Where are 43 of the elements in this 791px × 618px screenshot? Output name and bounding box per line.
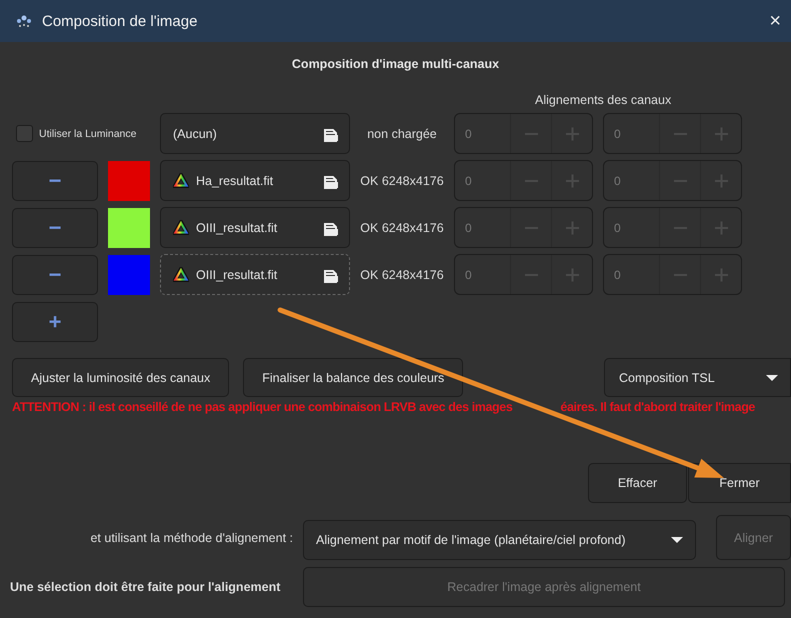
number-field[interactable]: 0 xyxy=(604,114,660,153)
spin-box[interactable]: 0 xyxy=(603,160,742,201)
number-field[interactable]: 0 xyxy=(455,255,511,294)
status-text: non chargée xyxy=(366,126,438,140)
section-heading: Alignements des canaux xyxy=(535,93,672,107)
field-label: et utilisant la méthode d'alignement : xyxy=(89,530,293,544)
file-selector[interactable]: (Aucun) xyxy=(160,113,350,154)
file-selector[interactable]: OIII_resultat.fit xyxy=(160,254,350,295)
number-field[interactable]: 0 xyxy=(455,114,511,153)
selection-note: Une sélection doit être faite pour l'alignement xyxy=(10,580,282,594)
dialog-heading: Composition d'image multi-canaux xyxy=(290,57,500,71)
checkbox-label: Utiliser la Luminance xyxy=(39,128,136,140)
number-field[interactable]: 0 xyxy=(604,208,660,247)
spin-box[interactable]: 0 xyxy=(603,113,742,154)
spin-box[interactable]: 0 xyxy=(454,160,593,201)
window-title: Composition de l'image xyxy=(42,12,198,30)
action-button[interactable]: Finaliser la balance des couleurs xyxy=(243,358,464,397)
spin-box[interactable]: 0 xyxy=(454,207,593,248)
remove-button[interactable]: − xyxy=(12,208,98,248)
action-button[interactable]: Ajuster la luminosité des canaux xyxy=(12,358,230,397)
number-field[interactable]: 0 xyxy=(604,161,660,200)
spin-box[interactable]: 0 xyxy=(454,254,593,295)
dialog-button[interactable]: Effacer xyxy=(588,463,687,503)
status-text: OK 6248x4176 xyxy=(359,268,445,282)
spin-box[interactable]: 0 xyxy=(454,113,593,154)
spin-box[interactable]: 0 xyxy=(603,207,742,248)
number-field[interactable]: 0 xyxy=(604,255,660,294)
number-field[interactable]: 0 xyxy=(455,208,511,247)
remove-button[interactable]: − xyxy=(12,160,98,200)
method-dropdown[interactable]: Alignement par motif de l'image (planétaire/ciel profond) xyxy=(303,520,696,560)
add-channel-button[interactable]: + xyxy=(12,302,98,342)
mode-dropdown[interactable]: Composition TSL xyxy=(604,358,791,397)
file-selector[interactable]: OIII_resultat.fit xyxy=(160,207,350,248)
number-field[interactable]: 0 xyxy=(455,161,511,200)
dialog-button[interactable]: Fermer xyxy=(688,463,791,503)
close-button[interactable]: × xyxy=(769,10,781,32)
status-text: OK 6248x4176 xyxy=(359,220,445,234)
warning-text: éaires. Il faut d'abord traiter l'image xyxy=(560,400,755,414)
warning-text: ATTENTION : il est conseillé de ne pas appliquer une combinaison LRVB avec des images xyxy=(12,400,512,414)
status-text: OK 6248x4176 xyxy=(359,174,445,188)
file-selector[interactable]: Ha_resultat.fit xyxy=(160,160,350,201)
remove-button[interactable]: − xyxy=(12,254,98,294)
spin-box[interactable]: 0 xyxy=(603,254,742,295)
